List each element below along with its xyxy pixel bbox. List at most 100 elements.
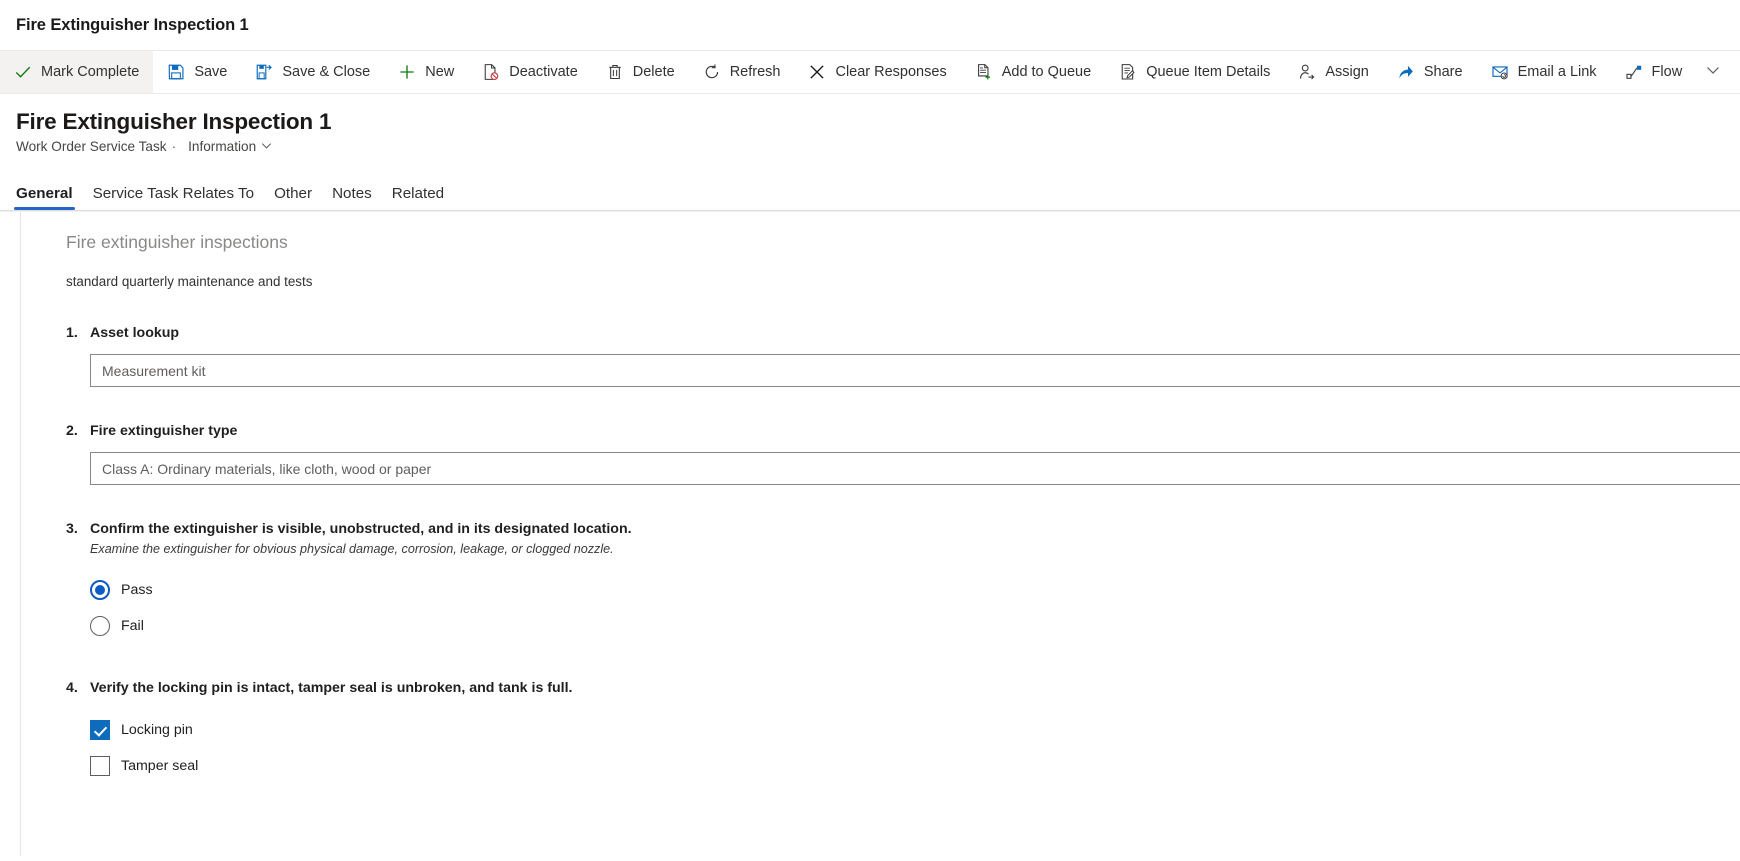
question-number: 3. [66, 521, 78, 537]
question-2: 2. Fire extinguisher type [66, 421, 1740, 485]
question-header: 1. Asset lookup [66, 323, 1740, 343]
assign-person-icon [1298, 63, 1316, 81]
trash-icon [606, 63, 624, 81]
checkmark-icon [14, 63, 32, 81]
command-label: Clear Responses [835, 64, 947, 80]
command-label: Save [194, 64, 228, 80]
command-bar: Mark Complete Save Save & Close New Deactiva… [0, 50, 1740, 94]
command-refresh-button[interactable]: Refresh [689, 51, 795, 93]
question-2-text-input[interactable] [90, 452, 1740, 485]
command-label: Add to Queue [1001, 64, 1092, 80]
form-section-title: Fire extinguisher inspections [66, 232, 288, 252]
question-number: 4. [66, 680, 78, 696]
question-1-text-input[interactable] [90, 354, 1740, 387]
form-left-rail [0, 212, 21, 856]
command-bar-overflow-chevron[interactable] [1696, 51, 1730, 93]
close-x-icon [808, 63, 826, 81]
question-1: 1. Asset lookup [66, 323, 1740, 387]
command-mark-complete-button[interactable]: Mark Complete [0, 51, 154, 93]
tab-label: Service Task Relates To [92, 184, 255, 202]
checkbox-group: Locking pin Tamper seal [90, 712, 1740, 784]
form-selector-label: Information [188, 139, 257, 154]
tab-label: General [16, 184, 73, 202]
checkbox-unchecked-icon[interactable] [90, 756, 110, 776]
command-delete-button[interactable]: Delete [592, 51, 689, 93]
radio-option-fail[interactable]: Fail [90, 608, 144, 644]
subtitle-separator: · [171, 139, 177, 154]
question-number: 2. [66, 423, 78, 439]
choice-label: Pass [121, 582, 153, 598]
queue-item-details-icon [1119, 63, 1137, 81]
tab-notes[interactable]: Notes [322, 186, 382, 210]
tab-related[interactable]: Related [382, 186, 454, 210]
command-add-to-queue-button[interactable]: Add to Queue [961, 51, 1106, 93]
command-label: Queue Item Details [1146, 64, 1271, 80]
command-label: Refresh [729, 64, 781, 80]
radio-group: Pass Fail [90, 572, 1740, 644]
form-selector[interactable]: Information [188, 139, 272, 154]
command-clear-responses-button[interactable]: Clear Responses [794, 51, 960, 93]
command-share-button[interactable]: Share [1383, 51, 1477, 93]
command-assign-button[interactable]: Assign [1284, 51, 1383, 93]
command-save-close-button[interactable]: Save & Close [241, 51, 384, 93]
command-label: Save & Close [282, 64, 371, 80]
question-hint: Examine the extinguisher for obvious phy… [90, 542, 614, 556]
choice-label: Fail [121, 618, 144, 634]
checkbox-option-locking-pin[interactable]: Locking pin [90, 712, 193, 748]
command-queue-item-details-button[interactable]: Queue Item Details [1105, 51, 1284, 93]
field-wrapper [90, 354, 1740, 387]
question-label: Fire extinguisher type [90, 423, 238, 439]
plus-icon [398, 63, 416, 81]
email-link-icon [1491, 63, 1509, 81]
tab-general[interactable]: General [6, 184, 83, 211]
tab-label: Related [391, 184, 445, 202]
save-icon [167, 63, 185, 81]
command-label: Mark Complete [41, 64, 140, 80]
tab-service-task-relates-to[interactable]: Service Task Relates To [83, 186, 265, 210]
command-new-button[interactable]: New [384, 51, 468, 93]
question-number: 1. [66, 325, 78, 341]
checkbox-option-tamper-seal[interactable]: Tamper seal [90, 748, 198, 784]
flow-icon [1625, 63, 1643, 81]
page-title: Fire Extinguisher Inspection 1 [16, 109, 332, 134]
command-label: Share [1423, 64, 1463, 80]
question-list: 1. Asset lookup 2. Fire extinguisher type 3.… [66, 323, 1740, 784]
app-window-title: Fire Extinguisher Inspection 1 [16, 15, 249, 34]
question-header: 2. Fire extinguisher type [66, 421, 1740, 441]
share-icon [1397, 63, 1415, 81]
question-4: 4. Verify the locking pin is intact, tamp… [66, 678, 1740, 784]
radio-checked-icon[interactable] [90, 580, 110, 600]
record-subtitle: Work Order Service Task · Information [16, 139, 1740, 154]
command-deactivate-button[interactable]: Deactivate [468, 51, 592, 93]
question-label: Confirm the extinguisher is visible, uno… [90, 521, 632, 537]
command-save-button[interactable]: Save [153, 51, 241, 93]
command-flow-button[interactable]: Flow [1611, 51, 1697, 93]
form-body: Fire extinguisher inspections standard q… [0, 211, 1740, 856]
chevron-down-icon [1706, 63, 1720, 82]
question-header: 3. Confirm the extinguisher is visible, u… [66, 519, 1740, 539]
command-label: Email a Link [1517, 64, 1597, 80]
command-label: New [425, 64, 455, 80]
tab-other[interactable]: Other [264, 186, 322, 210]
question-3: 3. Confirm the extinguisher is visible, u… [66, 519, 1740, 644]
add-to-queue-icon [975, 63, 993, 81]
tab-label: Notes [332, 184, 372, 202]
refresh-icon [703, 63, 721, 81]
command-email-a-link-button[interactable]: Email a Link [1477, 51, 1611, 93]
chevron-down-icon [261, 139, 272, 154]
choice-label: Locking pin [121, 722, 193, 738]
command-label: Assign [1325, 64, 1369, 80]
question-header: 4. Verify the locking pin is intact, tamp… [66, 678, 1740, 698]
checkbox-checked-icon[interactable] [90, 720, 110, 740]
radio-unchecked-icon[interactable] [90, 616, 110, 636]
form-section-description: standard quarterly maintenance and tests [66, 274, 313, 289]
command-label: Delete [632, 64, 675, 80]
command-label: Deactivate [509, 64, 578, 80]
radio-option-pass[interactable]: Pass [90, 572, 153, 608]
choice-label: Tamper seal [121, 758, 199, 774]
app-titlebar: Fire Extinguisher Inspection 1 [0, 0, 1740, 50]
tab-strip: General Service Task Relates To Other Notes… [0, 166, 1740, 211]
tab-label: Other [274, 184, 313, 202]
question-label: Verify the locking pin is intact, tamper… [90, 680, 573, 696]
command-label: Flow [1651, 64, 1683, 80]
